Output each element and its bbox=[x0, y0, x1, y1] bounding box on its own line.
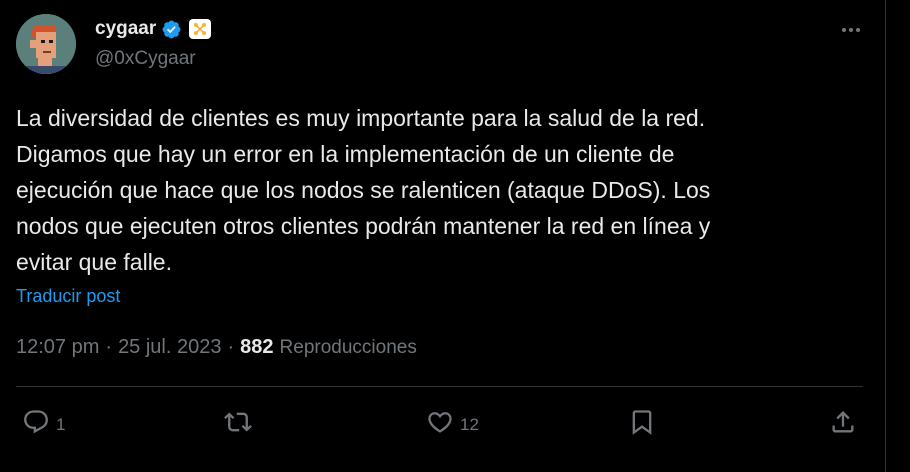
avatar-image bbox=[16, 14, 76, 74]
reply-button[interactable]: 1 bbox=[22, 408, 65, 441]
reply-count: 1 bbox=[56, 414, 66, 434]
repost-icon bbox=[224, 408, 252, 441]
share-icon bbox=[829, 408, 857, 441]
post-text: La diversidad de clientes es muy importa… bbox=[16, 105, 711, 275]
heart-icon bbox=[426, 408, 454, 441]
post-detail: cygaar @0xCygaar La diversidad de client… bbox=[0, 0, 885, 472]
bookmark-icon bbox=[628, 408, 656, 441]
display-name[interactable]: cygaar bbox=[95, 18, 156, 40]
column-border bbox=[885, 0, 886, 472]
avatar[interactable] bbox=[16, 14, 76, 74]
like-count: 12 bbox=[460, 414, 479, 434]
divider bbox=[16, 386, 863, 387]
post-date[interactable]: 25 jul. 2023 bbox=[118, 336, 221, 359]
action-bar: 1 12 bbox=[0, 402, 885, 446]
author-handle[interactable]: @0xCygaar bbox=[95, 48, 196, 70]
post-metadata: 12:07 pm · 25 jul. 2023 · 882 Reproducci… bbox=[16, 336, 417, 359]
like-button[interactable]: 12 bbox=[426, 408, 479, 441]
author-name-row: cygaar bbox=[95, 17, 212, 41]
verified-badge-icon[interactable] bbox=[161, 19, 182, 40]
meta-separator: · bbox=[227, 336, 235, 358]
meta-separator: · bbox=[105, 336, 113, 358]
reply-icon bbox=[22, 408, 50, 441]
views-label: Reproducciones bbox=[279, 336, 417, 358]
views-count: 882 bbox=[240, 336, 274, 358]
post-time[interactable]: 12:07 pm bbox=[16, 336, 99, 359]
repost-button[interactable] bbox=[224, 408, 258, 441]
bookmark-button[interactable] bbox=[628, 408, 656, 441]
translate-post-link[interactable]: Traducir post bbox=[16, 286, 120, 307]
more-options-icon[interactable] bbox=[836, 18, 866, 42]
affiliate-badge-icon[interactable] bbox=[189, 19, 212, 39]
share-button[interactable] bbox=[829, 408, 857, 441]
